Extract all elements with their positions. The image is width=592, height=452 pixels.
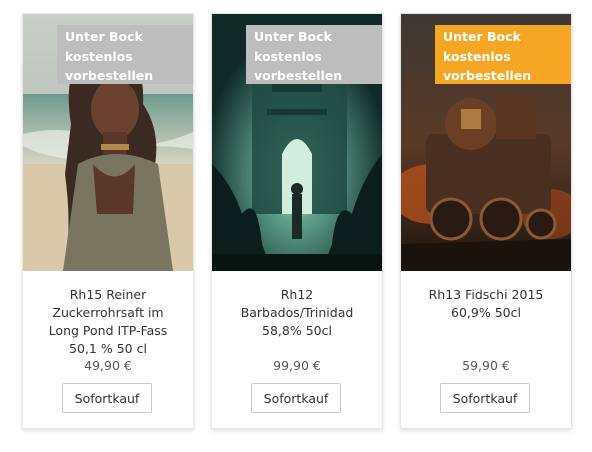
product-title-line: Zuckerrohrsaft im <box>52 305 164 320</box>
product-price: 99,90 € <box>273 358 321 373</box>
preorder-badge: Unter Bock kostenlos vorbestellen <box>435 25 571 84</box>
product-price: 59,90 € <box>462 358 510 373</box>
badge-line: vorbestellen <box>65 68 154 83</box>
product-title-line: Barbados/Trinidad <box>240 305 354 320</box>
product-image-link[interactable]: Unter Bock kostenlos vorbestellen <box>23 14 193 271</box>
badge-line: vorbestellen <box>254 68 343 83</box>
product-card: Unter Bock kostenlos vorbestellen Rh12 B… <box>211 13 383 429</box>
buy-now-button[interactable]: Sofortkauf <box>251 383 341 413</box>
product-title-line: Rh13 Fidschi 2015 <box>428 287 544 302</box>
product-title-line: 60,9% 50cl <box>451 305 521 320</box>
product-image-link[interactable]: Unter Bock kostenlos vorbestellen <box>212 14 382 271</box>
product-title-line: 50,1 % 50 cl <box>69 341 147 356</box>
product-title-line: Long Pond ITP-Fass <box>48 323 168 338</box>
product-title-link[interactable]: Rh12 Barbados/Trinidad 58,8% 50cl <box>212 286 382 340</box>
badge-line: Unter Bock <box>65 29 143 44</box>
product-title-line: Rh15 Reiner <box>69 287 147 302</box>
product-card: Unter Bock kostenlos vorbestellen Rh13 F… <box>400 13 572 429</box>
product-title-line: Rh12 <box>280 287 314 302</box>
badge-line: Unter Bock <box>443 29 521 44</box>
product-title-line: 58,8% 50cl <box>262 323 332 338</box>
buy-now-button[interactable]: Sofortkauf <box>440 383 530 413</box>
badge-line: kostenlos <box>254 48 322 64</box>
product-title-link[interactable]: Rh15 Reiner Zuckerrohrsaft im Long Pond … <box>23 286 193 358</box>
product-title-link[interactable]: Rh13 Fidschi 2015 60,9% 50cl <box>401 286 571 322</box>
preorder-badge: Unter Bock kostenlos vorbestellen <box>57 25 193 84</box>
preorder-badge: Unter Bock kostenlos vorbestellen <box>246 25 382 84</box>
product-image-link[interactable]: Unter Bock kostenlos vorbestellen <box>401 14 571 271</box>
badge-line: vorbestellen <box>443 68 532 83</box>
badge-line: kostenlos <box>65 48 133 64</box>
product-price: 49,90 € <box>84 358 132 373</box>
badge-line: Unter Bock <box>254 29 332 44</box>
product-card: Unter Bock kostenlos vorbestellen Rh15 R… <box>22 13 194 429</box>
buy-now-button[interactable]: Sofortkauf <box>62 383 152 413</box>
badge-line: kostenlos <box>443 48 511 64</box>
product-grid: Unter Bock kostenlos vorbestellen Rh15 R… <box>0 0 592 452</box>
